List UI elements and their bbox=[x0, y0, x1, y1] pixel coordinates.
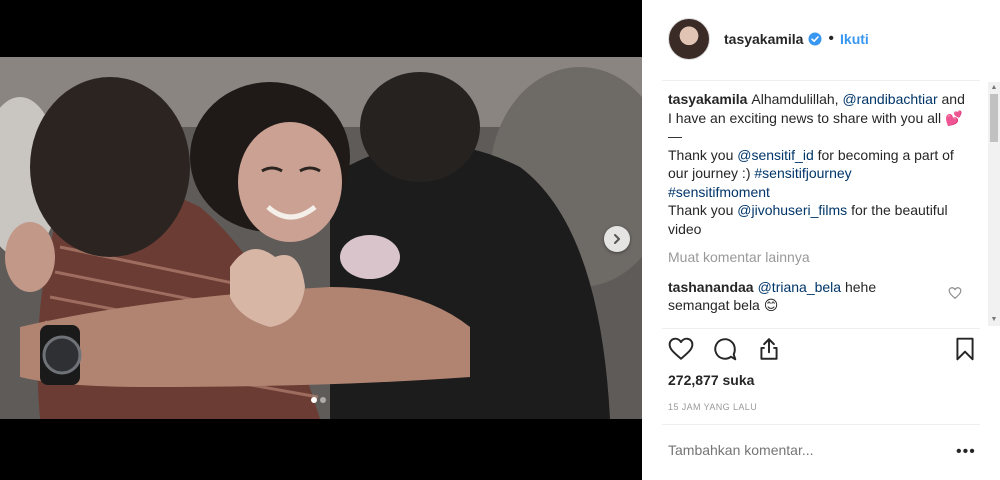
comment-text-overflow: semangat bela 😊 bbox=[668, 297, 779, 313]
carousel-dot-2 bbox=[320, 397, 326, 403]
comment-text: hehe bbox=[841, 278, 877, 295]
hashtag-link[interactable]: #sensitifmoment bbox=[668, 184, 770, 200]
verified-badge-icon bbox=[808, 32, 822, 46]
action-bar bbox=[666, 336, 986, 368]
emoji: 💕 bbox=[945, 109, 963, 126]
caption-text-5: Thank you bbox=[668, 202, 738, 218]
comment-item: tashanandaa @triana_bela hehe semangat be… bbox=[668, 278, 968, 315]
scroll-down-arrow-icon[interactable]: ▼ bbox=[990, 316, 998, 324]
chevron-right-icon bbox=[614, 234, 620, 244]
comments-scrollbar[interactable]: ▲ ▼ bbox=[988, 82, 1000, 326]
post-media bbox=[0, 0, 642, 480]
post-photo bbox=[0, 57, 642, 419]
mention-link[interactable]: @randibachtiar bbox=[842, 91, 937, 107]
post-header: tasyakamila • Ikuti bbox=[642, 0, 1000, 78]
mention-link[interactable]: @jivohuseri_films bbox=[737, 202, 847, 218]
carousel-dot-1 bbox=[311, 397, 317, 403]
header-separator: • bbox=[828, 30, 835, 47]
share-icon[interactable] bbox=[756, 336, 782, 362]
comment-username[interactable]: tashanandaa bbox=[668, 279, 754, 295]
avatar[interactable] bbox=[668, 18, 710, 60]
actions-divider bbox=[662, 328, 980, 329]
caption: tasyakamila Alhamdulillah, @randibachtiar… bbox=[668, 90, 968, 238]
add-comment-input[interactable] bbox=[668, 442, 948, 458]
bookmark-icon[interactable] bbox=[952, 336, 978, 362]
scroll-thumb[interactable] bbox=[990, 94, 998, 142]
load-more-comments-button[interactable]: Muat komentar lainnya bbox=[668, 248, 968, 267]
hashtag-link[interactable]: #sensitifjourney bbox=[754, 165, 851, 181]
comment-icon[interactable] bbox=[712, 336, 738, 362]
caption-username[interactable]: tasyakamila bbox=[668, 91, 747, 107]
hug-photo-illustration bbox=[0, 57, 642, 419]
comment-box-divider bbox=[662, 424, 980, 425]
mention-link[interactable]: @triana_bela bbox=[758, 279, 842, 295]
heart-icon[interactable] bbox=[668, 336, 694, 362]
mention-link[interactable]: @sensitif_id bbox=[737, 147, 813, 163]
caption-dash: — bbox=[668, 128, 682, 144]
post-author-username[interactable]: tasyakamila bbox=[724, 31, 803, 47]
more-options-button[interactable]: ••• bbox=[956, 443, 976, 461]
like-count[interactable]: 272,877 suka bbox=[668, 372, 754, 388]
caption-text-1: Alhamdulillah, bbox=[751, 91, 843, 107]
post-side-panel: tasyakamila • Ikuti tasyakamila Alhamduli… bbox=[642, 0, 1000, 480]
post-timestamp: 15 JAM YANG LALU bbox=[668, 402, 758, 412]
small-heart-icon[interactable] bbox=[948, 286, 962, 300]
follow-button[interactable]: Ikuti bbox=[840, 31, 869, 47]
carousel-indicator bbox=[311, 397, 326, 403]
comments-area: tasyakamila Alhamdulillah, @randibachtiar… bbox=[668, 90, 968, 324]
scroll-up-arrow-icon[interactable]: ▲ bbox=[990, 84, 998, 92]
header-divider bbox=[662, 80, 980, 81]
next-slide-button[interactable] bbox=[604, 226, 630, 252]
caption-text-3: Thank you bbox=[668, 146, 738, 163]
